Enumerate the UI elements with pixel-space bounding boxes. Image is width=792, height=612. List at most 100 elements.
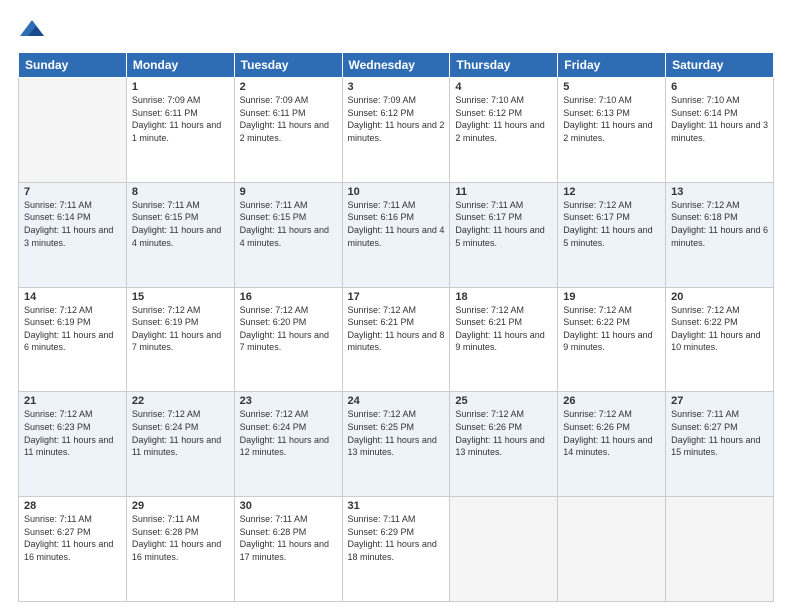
calendar-cell <box>558 497 666 602</box>
calendar-cell: 14 Sunrise: 7:12 AMSunset: 6:19 PMDayligh… <box>19 287 127 392</box>
day-info: Sunrise: 7:12 AMSunset: 6:22 PMDaylight:… <box>671 305 760 353</box>
weekday-header: Saturday <box>666 53 774 78</box>
page: SundayMondayTuesdayWednesdayThursdayFrid… <box>0 0 792 612</box>
day-number: 26 <box>563 395 660 407</box>
calendar-week-row: 1 Sunrise: 7:09 AMSunset: 6:11 PMDaylight… <box>19 78 774 183</box>
calendar-cell: 12 Sunrise: 7:12 AMSunset: 6:17 PMDayligh… <box>558 182 666 287</box>
calendar-cell: 1 Sunrise: 7:09 AMSunset: 6:11 PMDaylight… <box>126 78 234 183</box>
day-number: 24 <box>348 395 445 407</box>
day-info: Sunrise: 7:12 AMSunset: 6:21 PMDaylight:… <box>348 305 445 353</box>
day-number: 6 <box>671 81 768 93</box>
day-info: Sunrise: 7:09 AMSunset: 6:11 PMDaylight:… <box>240 95 329 143</box>
calendar-cell: 30Sunrise: 7:11 AMSunset: 6:28 PMDayligh… <box>234 497 342 602</box>
day-number: 10 <box>348 186 445 198</box>
day-number: 4 <box>455 81 552 93</box>
day-info: Sunrise: 7:11 AMSunset: 6:27 PMDaylight:… <box>671 409 760 457</box>
day-number: 12 <box>563 186 660 198</box>
weekday-header: Sunday <box>19 53 127 78</box>
calendar-week-row: 21 Sunrise: 7:12 AMSunset: 6:23 PMDayligh… <box>19 392 774 497</box>
day-info: Sunrise: 7:09 AMSunset: 6:11 PMDaylight:… <box>132 95 221 143</box>
day-info: Sunrise: 7:09 AMSunset: 6:12 PMDaylight:… <box>348 95 445 143</box>
day-number: 2 <box>240 81 337 93</box>
calendar-cell: 15 Sunrise: 7:12 AMSunset: 6:19 PMDayligh… <box>126 287 234 392</box>
day-info: Sunrise: 7:12 AMSunset: 6:25 PMDaylight:… <box>348 409 437 457</box>
logo <box>18 18 50 42</box>
day-number: 7 <box>24 186 121 198</box>
calendar-table: SundayMondayTuesdayWednesdayThursdayFrid… <box>18 52 774 602</box>
weekday-header: Tuesday <box>234 53 342 78</box>
day-number: 22 <box>132 395 229 407</box>
day-number: 17 <box>348 291 445 303</box>
calendar-cell: 19Sunrise: 7:12 AMSunset: 6:22 PMDayligh… <box>558 287 666 392</box>
day-number: 11 <box>455 186 552 198</box>
day-number: 23 <box>240 395 337 407</box>
day-number: 31 <box>348 500 445 512</box>
calendar-cell: 27 Sunrise: 7:11 AMSunset: 6:27 PMDayligh… <box>666 392 774 497</box>
calendar-cell: 29Sunrise: 7:11 AMSunset: 6:28 PMDayligh… <box>126 497 234 602</box>
calendar-week-row: 7Sunrise: 7:11 AMSunset: 6:14 PMDaylight… <box>19 182 774 287</box>
day-info: Sunrise: 7:12 AMSunset: 6:24 PMDaylight:… <box>132 409 221 457</box>
day-info: Sunrise: 7:11 AMSunset: 6:29 PMDaylight:… <box>348 514 437 562</box>
calendar-week-row: 14 Sunrise: 7:12 AMSunset: 6:19 PMDayligh… <box>19 287 774 392</box>
calendar-cell: 5Sunrise: 7:10 AMSunset: 6:13 PMDaylight… <box>558 78 666 183</box>
calendar-cell: 18 Sunrise: 7:12 AMSunset: 6:21 PMDayligh… <box>450 287 558 392</box>
calendar-cell: 11 Sunrise: 7:11 AMSunset: 6:17 PMDayligh… <box>450 182 558 287</box>
day-number: 13 <box>671 186 768 198</box>
day-number: 15 <box>132 291 229 303</box>
logo-icon <box>18 18 46 42</box>
header <box>18 18 774 42</box>
day-number: 30 <box>240 500 337 512</box>
day-info: Sunrise: 7:10 AMSunset: 6:12 PMDaylight:… <box>455 95 544 143</box>
day-info: Sunrise: 7:11 AMSunset: 6:16 PMDaylight:… <box>348 200 445 248</box>
day-number: 29 <box>132 500 229 512</box>
day-info: Sunrise: 7:12 AMSunset: 6:21 PMDaylight:… <box>455 305 544 353</box>
day-info: Sunrise: 7:12 AMSunset: 6:18 PMDaylight:… <box>671 200 768 248</box>
calendar-cell: 6 Sunrise: 7:10 AMSunset: 6:14 PMDaylight… <box>666 78 774 183</box>
calendar-cell <box>450 497 558 602</box>
calendar-cell: 13 Sunrise: 7:12 AMSunset: 6:18 PMDayligh… <box>666 182 774 287</box>
day-info: Sunrise: 7:11 AMSunset: 6:17 PMDaylight:… <box>455 200 544 248</box>
calendar-cell: 10 Sunrise: 7:11 AMSunset: 6:16 PMDayligh… <box>342 182 450 287</box>
calendar-cell: 26 Sunrise: 7:12 AMSunset: 6:26 PMDayligh… <box>558 392 666 497</box>
day-number: 25 <box>455 395 552 407</box>
calendar-cell: 2 Sunrise: 7:09 AMSunset: 6:11 PMDaylight… <box>234 78 342 183</box>
day-number: 27 <box>671 395 768 407</box>
day-info: Sunrise: 7:12 AMSunset: 6:19 PMDaylight:… <box>24 305 113 353</box>
calendar-cell: 17 Sunrise: 7:12 AMSunset: 6:21 PMDayligh… <box>342 287 450 392</box>
day-number: 18 <box>455 291 552 303</box>
calendar-cell: 21 Sunrise: 7:12 AMSunset: 6:23 PMDayligh… <box>19 392 127 497</box>
calendar-cell: 20Sunrise: 7:12 AMSunset: 6:22 PMDayligh… <box>666 287 774 392</box>
calendar-cell: 31 Sunrise: 7:11 AMSunset: 6:29 PMDayligh… <box>342 497 450 602</box>
weekday-header: Friday <box>558 53 666 78</box>
day-info: Sunrise: 7:10 AMSunset: 6:13 PMDaylight:… <box>563 95 652 143</box>
day-info: Sunrise: 7:12 AMSunset: 6:23 PMDaylight:… <box>24 409 113 457</box>
calendar-header-row: SundayMondayTuesdayWednesdayThursdayFrid… <box>19 53 774 78</box>
day-number: 3 <box>348 81 445 93</box>
day-info: Sunrise: 7:12 AMSunset: 6:26 PMDaylight:… <box>455 409 544 457</box>
day-info: Sunrise: 7:12 AMSunset: 6:19 PMDaylight:… <box>132 305 221 353</box>
day-info: Sunrise: 7:10 AMSunset: 6:14 PMDaylight:… <box>671 95 768 143</box>
day-info: Sunrise: 7:11 AMSunset: 6:15 PMDaylight:… <box>240 200 329 248</box>
calendar-cell: 9 Sunrise: 7:11 AMSunset: 6:15 PMDaylight… <box>234 182 342 287</box>
day-info: Sunrise: 7:12 AMSunset: 6:17 PMDaylight:… <box>563 200 652 248</box>
weekday-header: Thursday <box>450 53 558 78</box>
day-number: 8 <box>132 186 229 198</box>
day-number: 21 <box>24 395 121 407</box>
calendar-cell: 22 Sunrise: 7:12 AMSunset: 6:24 PMDayligh… <box>126 392 234 497</box>
day-info: Sunrise: 7:11 AMSunset: 6:27 PMDaylight:… <box>24 514 113 562</box>
day-info: Sunrise: 7:12 AMSunset: 6:20 PMDaylight:… <box>240 305 329 353</box>
day-number: 9 <box>240 186 337 198</box>
calendar-cell: 7Sunrise: 7:11 AMSunset: 6:14 PMDaylight… <box>19 182 127 287</box>
day-info: Sunrise: 7:12 AMSunset: 6:26 PMDaylight:… <box>563 409 652 457</box>
calendar-cell: 25 Sunrise: 7:12 AMSunset: 6:26 PMDayligh… <box>450 392 558 497</box>
day-info: Sunrise: 7:11 AMSunset: 6:15 PMDaylight:… <box>132 200 221 248</box>
day-info: Sunrise: 7:12 AMSunset: 6:24 PMDaylight:… <box>240 409 329 457</box>
calendar-week-row: 28 Sunrise: 7:11 AMSunset: 6:27 PMDayligh… <box>19 497 774 602</box>
day-number: 28 <box>24 500 121 512</box>
day-number: 1 <box>132 81 229 93</box>
calendar-cell: 8 Sunrise: 7:11 AMSunset: 6:15 PMDaylight… <box>126 182 234 287</box>
day-number: 14 <box>24 291 121 303</box>
calendar-cell: 3 Sunrise: 7:09 AMSunset: 6:12 PMDaylight… <box>342 78 450 183</box>
day-info: Sunrise: 7:12 AMSunset: 6:22 PMDaylight:… <box>563 305 652 353</box>
calendar-cell: 24 Sunrise: 7:12 AMSunset: 6:25 PMDayligh… <box>342 392 450 497</box>
